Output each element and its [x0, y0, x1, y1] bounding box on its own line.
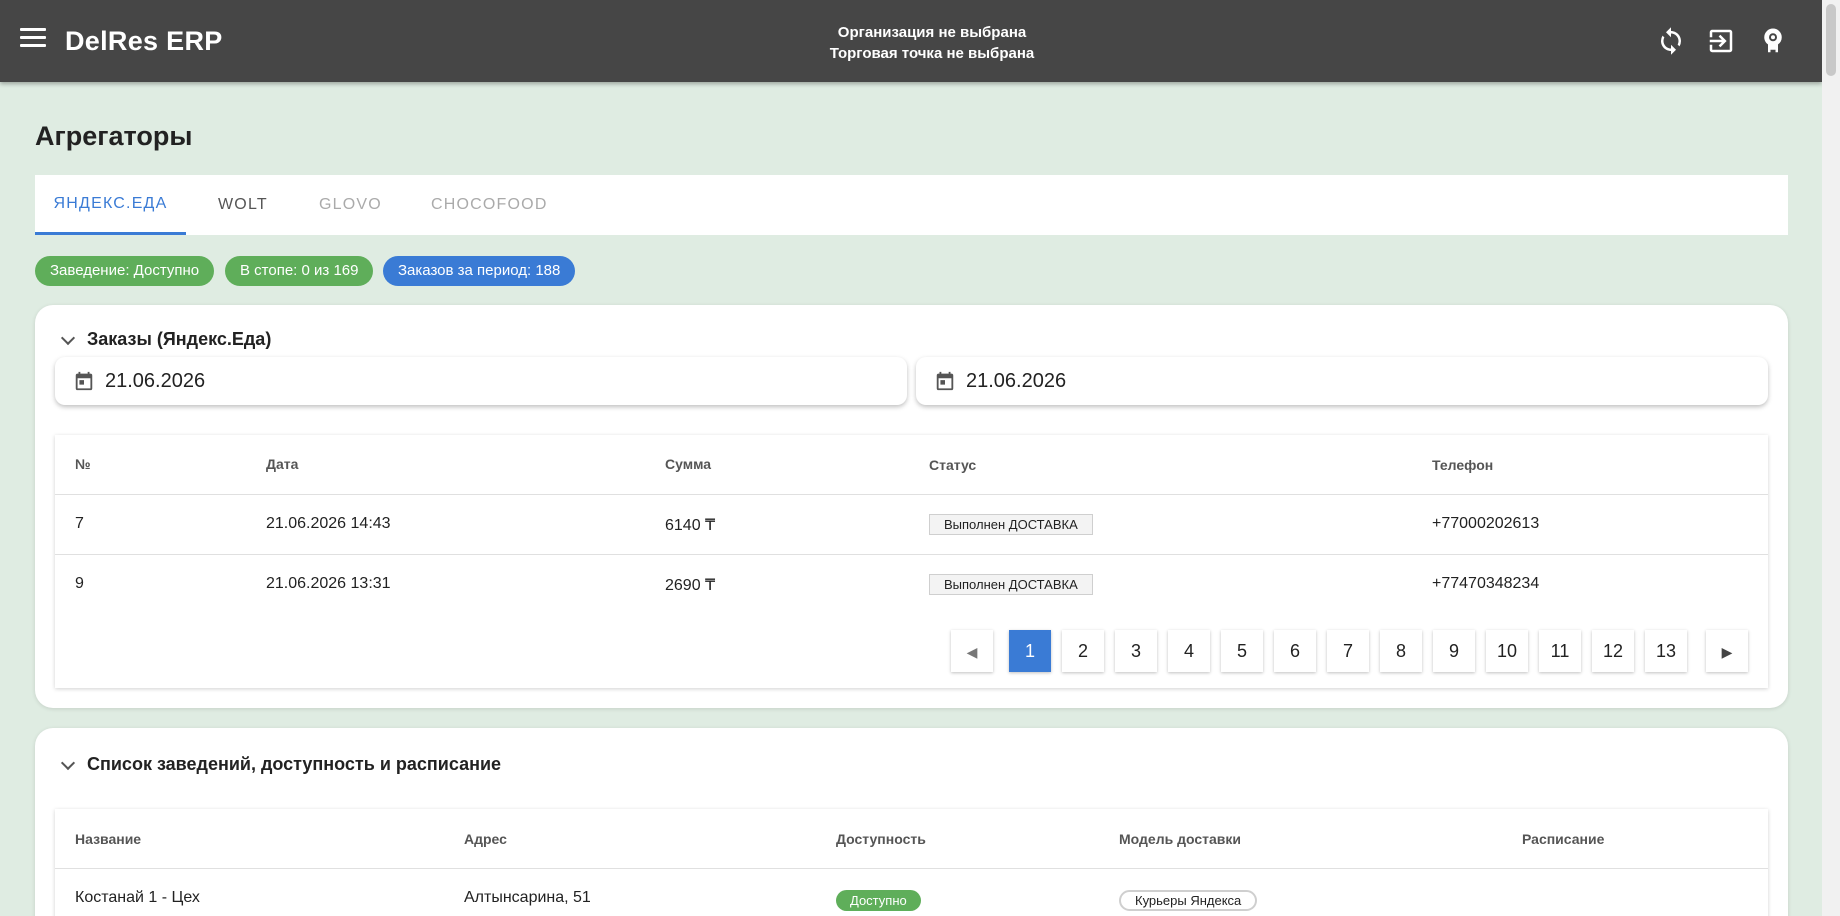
tab-chocofood: CHOCOFOOD	[431, 196, 548, 213]
availability-badge[interactable]: Доступно	[836, 890, 921, 911]
order-status-tag: Выполнен ДОСТАВКА	[929, 514, 1093, 535]
page-button-3[interactable]: 3	[1115, 630, 1157, 672]
page-button-9[interactable]: 9	[1433, 630, 1475, 672]
tab-yandex-eda[interactable]: ЯНДЕКС.ЕДА	[35, 175, 186, 235]
column-header-status[interactable]: Статус	[929, 457, 976, 473]
page-button-11[interactable]: 11	[1539, 630, 1581, 672]
menu-icon[interactable]	[20, 28, 46, 52]
order-number: 7	[75, 515, 84, 532]
orders-section-toggle[interactable]: Заказы (Яндекс.Еда)	[59, 329, 271, 350]
table-row[interactable]: 9 21.06.2026 13:31 2690 ₸ Выполнен ДОСТА…	[55, 554, 1768, 614]
column-header-schedule[interactable]: Расписание	[1522, 831, 1604, 847]
date-to-field[interactable]: 21.06.2026	[916, 357, 1768, 405]
order-number: 9	[75, 575, 84, 592]
outlet-status: Торговая точка не выбрана	[829, 45, 1035, 62]
table-row[interactable]: 7 21.06.2026 14:43 6140 ₸ Выполнен ДОСТА…	[55, 494, 1768, 554]
chevron-right-icon: ▶	[1721, 644, 1733, 660]
page-button-12[interactable]: 12	[1592, 630, 1634, 672]
venues-section-toggle[interactable]: Список заведений, доступность и расписан…	[59, 754, 501, 775]
scrollbar-thumb[interactable]	[1826, 4, 1836, 76]
stop-list-chip: В стопе: 0 из 169	[225, 256, 374, 286]
next-page-button[interactable]: ▶	[1706, 630, 1748, 672]
page-button-13[interactable]: 13	[1645, 630, 1687, 672]
page-scrollbar[interactable]	[1822, 0, 1840, 916]
organization-status: Организация не выбрана	[837, 24, 1027, 41]
column-header-availability[interactable]: Доступность	[836, 831, 926, 847]
chevron-down-icon	[60, 756, 76, 771]
page-button-2[interactable]: 2	[1062, 630, 1104, 672]
order-phone: +77000202613	[1432, 515, 1540, 532]
page-button-4[interactable]: 4	[1168, 630, 1210, 672]
date-from-field[interactable]: 21.06.2026	[55, 357, 907, 405]
delivery-model-chip: Курьеры Яндекса	[1119, 890, 1258, 911]
prev-page-button[interactable]: ◀	[951, 630, 993, 672]
venues-card: Список заведений, доступность и расписан…	[35, 728, 1788, 916]
logout-icon[interactable]	[1706, 26, 1736, 56]
orders-count-chip: Заказов за период: 188	[383, 256, 576, 286]
column-header-delivery-model[interactable]: Модель доставки	[1119, 831, 1241, 847]
order-sum: 6140 ₸	[665, 517, 716, 534]
page-button-5[interactable]: 5	[1221, 630, 1263, 672]
venue-address: Алтынсарина, 51	[464, 889, 591, 906]
orders-section-title: Заказы (Яндекс.Еда)	[87, 329, 272, 349]
chevron-down-icon	[60, 331, 76, 346]
table-row[interactable]: Костанай 1 - Цех Алтынсарина, 51 Доступн…	[55, 868, 1768, 916]
pagination: ◀ 1 2 3 4 5 6 7 8 9 10 11 12 13 ▶	[951, 630, 1751, 672]
organization-info: Организация не выбрана Торговая точка не…	[0, 22, 1840, 64]
refresh-icon[interactable]	[1656, 26, 1686, 56]
chevron-left-icon: ◀	[966, 644, 978, 660]
page-button-1[interactable]: 1	[1009, 630, 1051, 672]
app-title: DelRes ERP	[65, 26, 223, 56]
tab-wolt[interactable]: WOLT	[218, 175, 268, 235]
venue-status-chip: Заведение: Доступно	[35, 256, 215, 286]
date-from-value: 21.06.2026	[105, 370, 206, 392]
column-header-number[interactable]: №	[75, 456, 91, 472]
page-button-7[interactable]: 7	[1327, 630, 1369, 672]
aggregator-tabs: ЯНДЕКС.ЕДА WOLT GLOVO CHOCOFOOD	[35, 175, 1788, 235]
column-header-sum[interactable]: Сумма	[665, 456, 711, 472]
column-header-date[interactable]: Дата	[266, 456, 298, 472]
venue-name: Костанай 1 - Цех	[75, 889, 200, 906]
settings-icon[interactable]	[1758, 26, 1788, 56]
venues-section-title: Список заведений, доступность и расписан…	[87, 754, 502, 774]
column-header-phone[interactable]: Телефон	[1432, 457, 1493, 473]
order-date: 21.06.2026 13:31	[266, 575, 391, 592]
column-header-address[interactable]: Адрес	[464, 831, 507, 847]
orders-table: № Дата Сумма Статус Телефон 7 21.06.2026…	[55, 435, 1768, 688]
page-button-8[interactable]: 8	[1380, 630, 1422, 672]
page-button-10[interactable]: 10	[1486, 630, 1528, 672]
calendar-icon	[936, 371, 954, 391]
tab-glovo: GLOVO	[319, 196, 382, 213]
page-title: Агрегаторы	[35, 121, 193, 151]
order-phone: +77470348234	[1432, 575, 1540, 592]
page-button-6[interactable]: 6	[1274, 630, 1316, 672]
venues-table: Название Адрес Доступность Модель достав…	[55, 809, 1768, 916]
top-app-bar: DelRes ERP Организация не выбрана Торгов…	[0, 0, 1822, 82]
orders-card: Заказы (Яндекс.Еда) 21.06.2026 21.06.202…	[35, 305, 1788, 708]
order-status-tag: Выполнен ДОСТАВКА	[929, 574, 1093, 595]
order-date: 21.06.2026 14:43	[266, 515, 391, 532]
calendar-icon	[75, 371, 93, 391]
column-header-name[interactable]: Название	[75, 831, 141, 847]
date-to-value: 21.06.2026	[966, 370, 1067, 392]
order-sum: 2690 ₸	[665, 577, 716, 594]
